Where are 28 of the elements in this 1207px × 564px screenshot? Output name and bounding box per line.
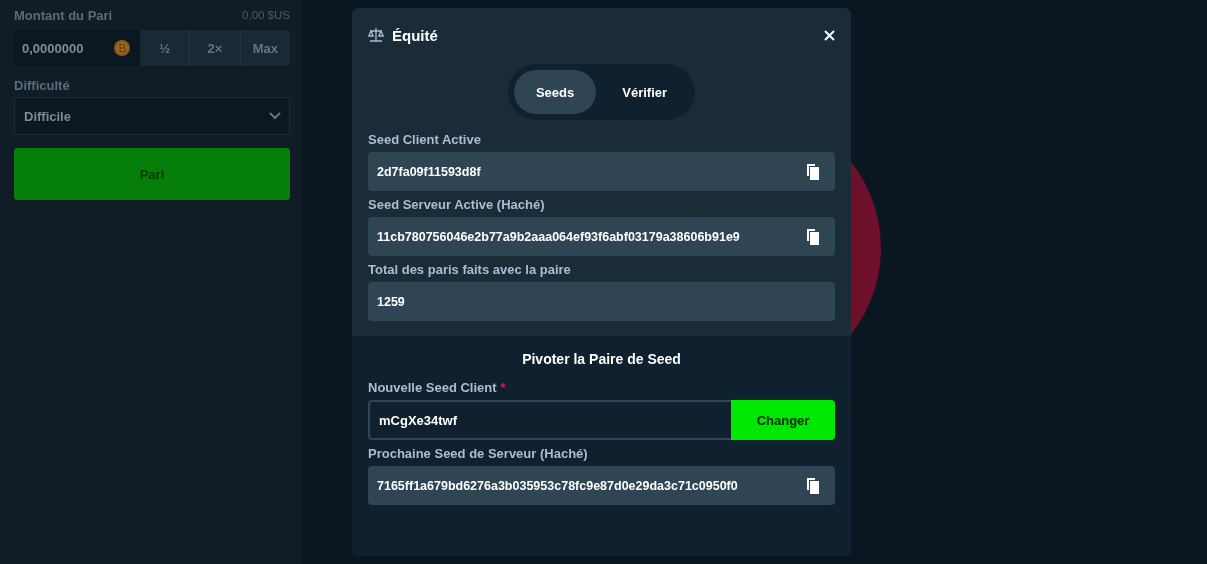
seed-field[interactable]: 1259 [368, 282, 835, 321]
usd-amount: 0,00 $US [242, 9, 290, 21]
section-title: Pivoter la Paire de Seed [521, 350, 682, 369]
copy-icon[interactable] [806, 228, 820, 245]
field-label: Total des paris faits avec la paire [368, 261, 572, 279]
seed-field[interactable]: 11cb780756046e2b77a9b2aaa064ef93f6abf03179a38606b91e9 [368, 217, 835, 256]
field-label: Nouvelle Seed Client [368, 379, 497, 397]
seed-field[interactable]: 2d7fa09f11593d8f [368, 152, 835, 191]
required-mark: * [500, 379, 506, 397]
input-field[interactable]: mCgXe34twf [368, 400, 731, 440]
scales-icon [368, 28, 384, 42]
modal-title: Équité [392, 26, 439, 44]
change-button[interactable]: Changer [731, 400, 835, 440]
copy-icon[interactable] [806, 477, 820, 494]
coin-icon [114, 40, 130, 56]
field-label: Seed Client Active [368, 131, 482, 149]
tab[interactable]: Vérifier [600, 70, 690, 114]
amount-label: Montant du Pari [14, 7, 113, 23]
seed-field[interactable]: 7165ff1a679bd6276a3b035953c78fc9e87d0e29da3c71c0950f0 [368, 466, 835, 505]
field-label: Seed Serveur Active (Haché) [368, 196, 546, 214]
tab[interactable]: Seeds [513, 70, 597, 114]
close-icon[interactable] [824, 29, 835, 41]
chevron-down-icon [269, 112, 281, 120]
difficulty-label: Difficulté [14, 78, 71, 93]
difficulty-select[interactable]: Difficile [14, 97, 290, 135]
amount-field[interactable]: 0,0000000 [14, 30, 140, 66]
field-label: Prochaine Seed de Serveur (Haché) [368, 445, 589, 463]
copy-icon[interactable] [806, 163, 820, 180]
